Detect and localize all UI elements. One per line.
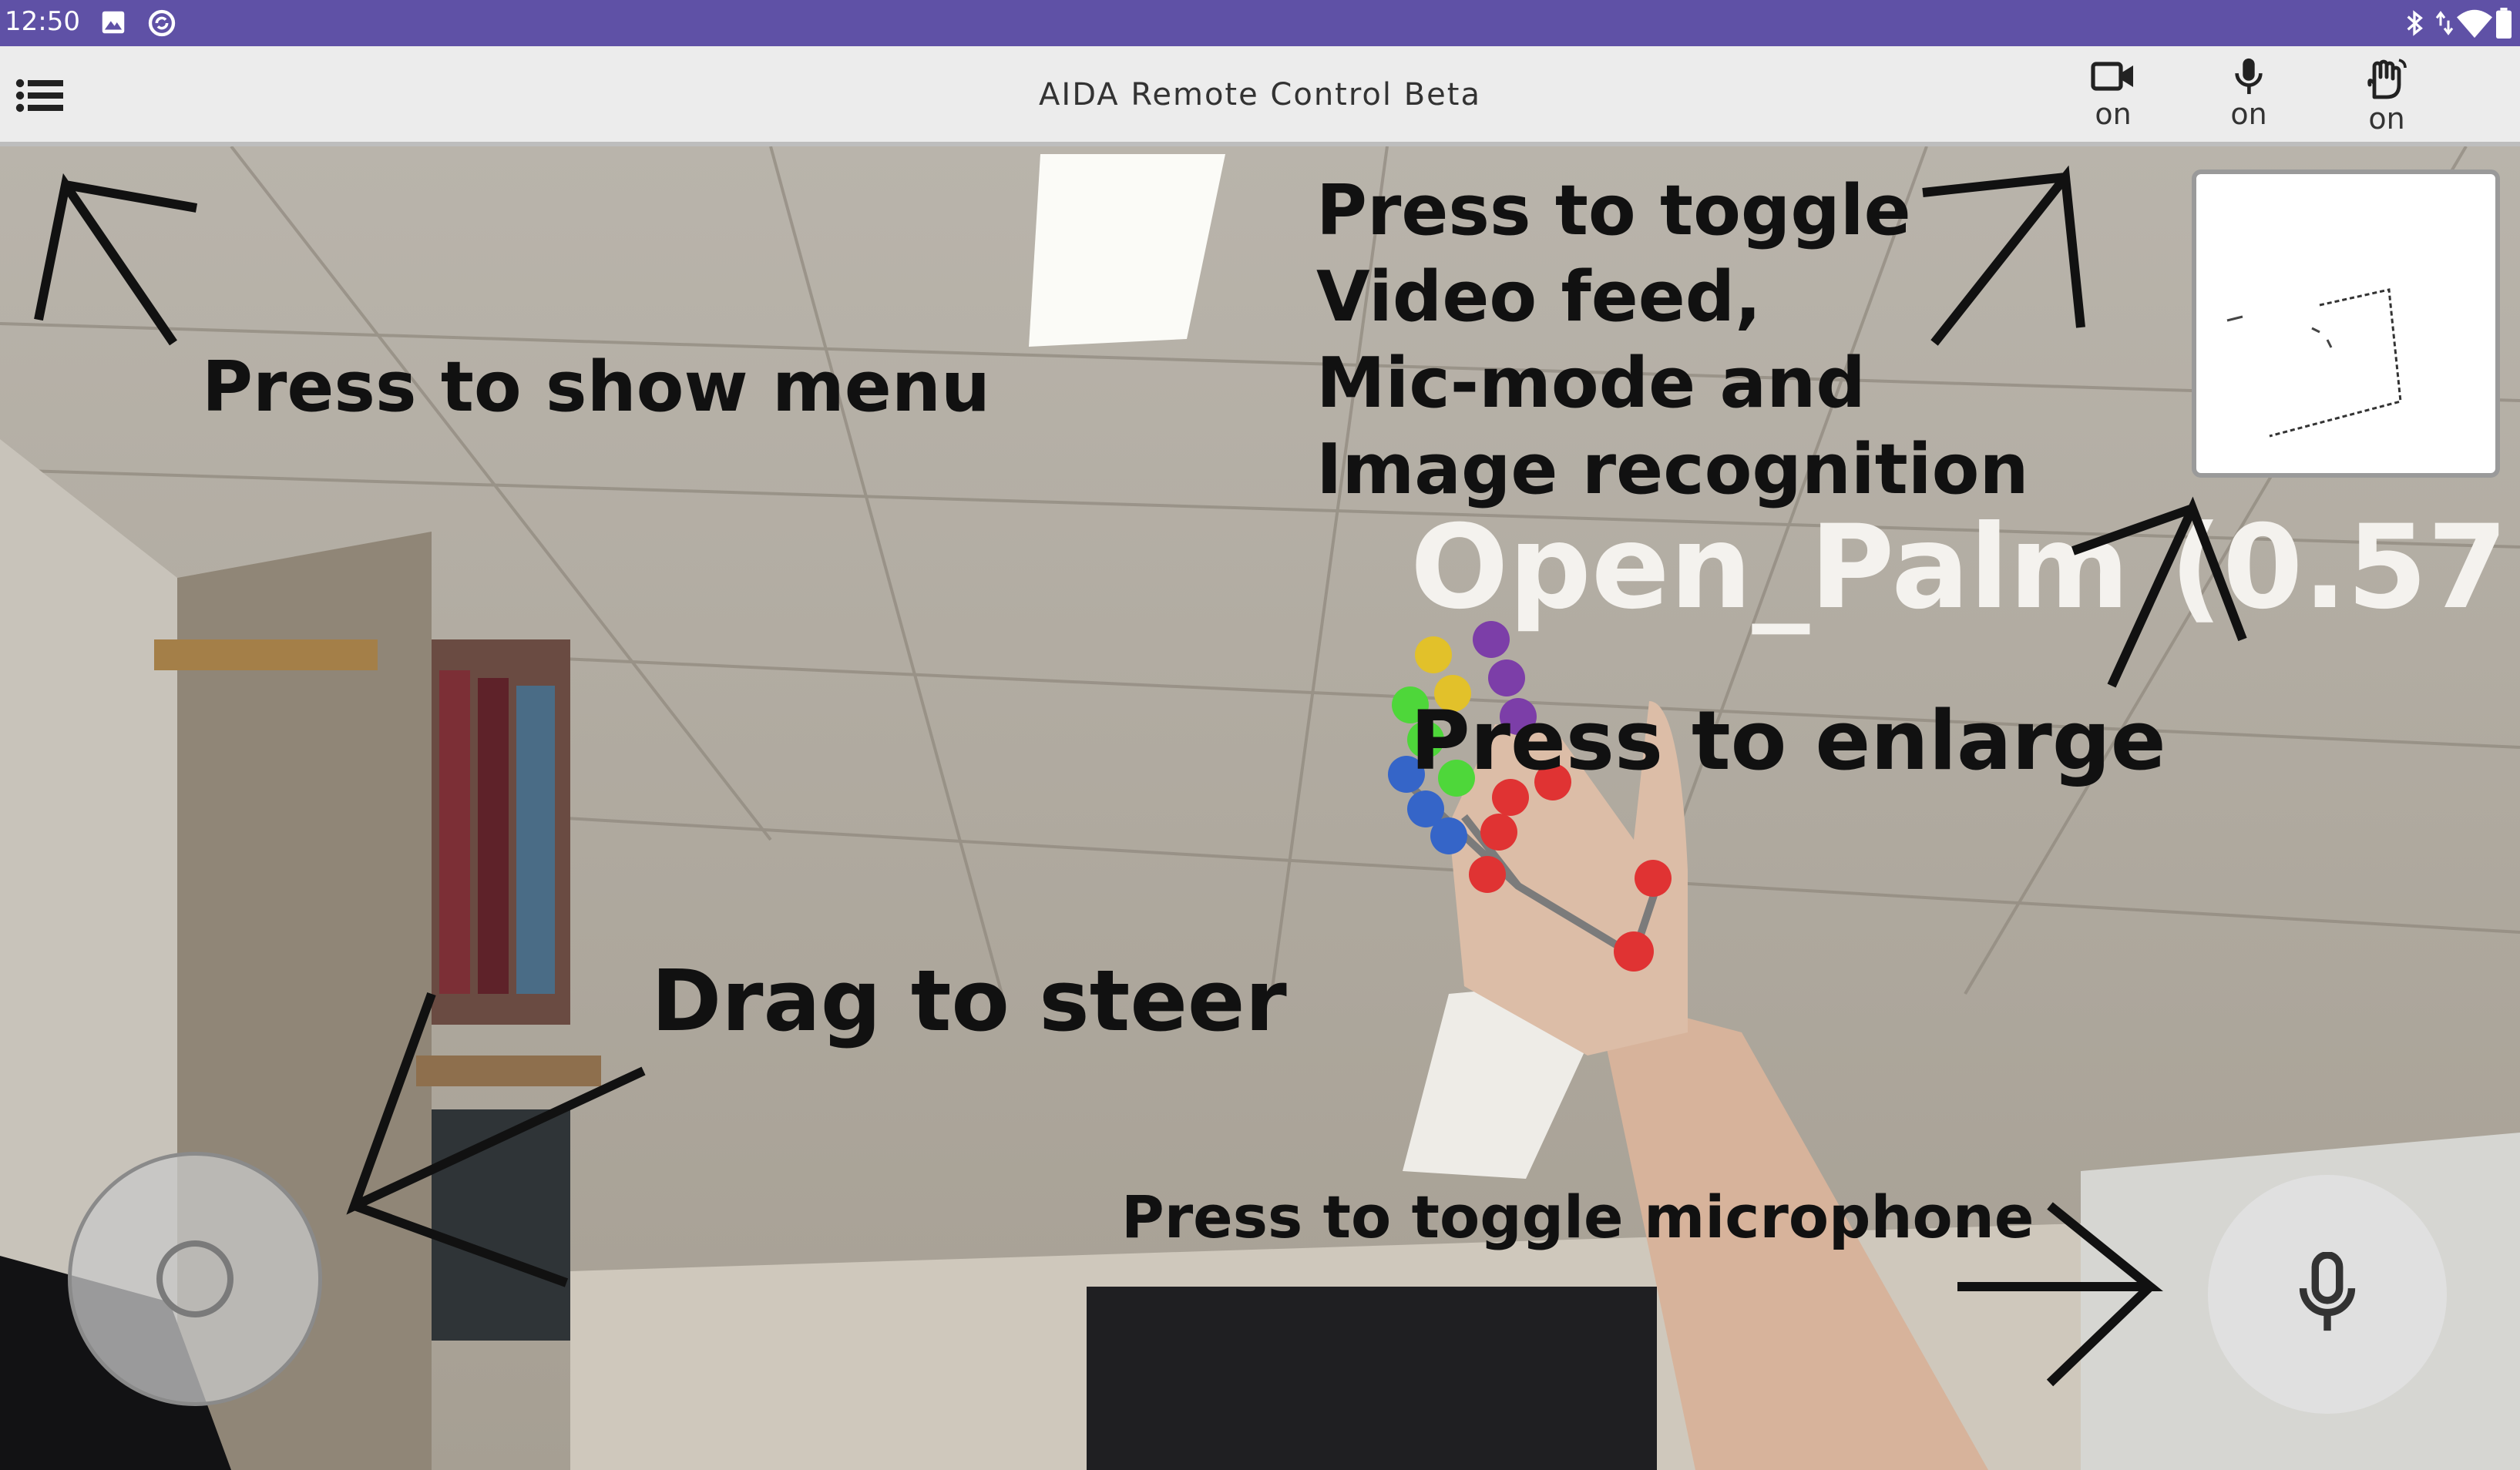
- annotation-toggle-hint: Press to toggle Video feed, Mic-mode and…: [1316, 168, 2029, 513]
- annotation-toggle-line: Video feed,: [1316, 257, 1762, 337]
- annotation-menu-hint: Press to show menu: [202, 347, 990, 428]
- gesture-recognition-label: Open_Palm (0.57: [1410, 501, 2508, 635]
- annotation-enlarge-hint: Press to enlarge: [1410, 693, 2166, 788]
- map-preview-panel[interactable]: [2192, 169, 2500, 478]
- hand-gesture-icon: [2367, 59, 2407, 99]
- gesture-recognition-toggle-label: on: [2368, 102, 2405, 136]
- camera-feed: Open_Palm (0.57 Press to show menu Press…: [0, 146, 2520, 1470]
- data-arrows-icon: [2435, 8, 2454, 42]
- annotation-toggle-line: Press to toggle: [1316, 170, 1911, 251]
- battery-icon: [2495, 8, 2512, 42]
- video-toggle-button[interactable]: on: [2067, 57, 2159, 142]
- wifi-icon: [2457, 8, 2492, 42]
- status-bar: 12:50: [0, 0, 2520, 46]
- joystick-knob[interactable]: [156, 1240, 234, 1317]
- bluetooth-icon: [2403, 8, 2426, 42]
- video-camera-icon: [2091, 62, 2133, 91]
- annotation-toggle-line: Mic-mode and: [1316, 343, 1866, 424]
- camera-scene: [0, 146, 2520, 1470]
- video-toggle-label: on: [2095, 97, 2132, 131]
- microphone-button[interactable]: [2208, 1175, 2447, 1414]
- joystick[interactable]: [68, 1152, 322, 1406]
- image-icon: [99, 8, 128, 40]
- microphone-icon: [2299, 1252, 2356, 1331]
- mic-mode-toggle-button[interactable]: on: [2202, 57, 2295, 142]
- microphone-icon: [2235, 58, 2263, 95]
- mic-mode-toggle-label: on: [2230, 97, 2267, 131]
- map-preview-image: [2226, 288, 2402, 438]
- annotation-microphone-hint: Press to toggle microphone: [1121, 1183, 2034, 1251]
- annotation-toggle-line: Image recognition: [1316, 429, 2029, 510]
- annotation-steer-hint: Drag to steer: [651, 951, 1287, 1050]
- gesture-recognition-toggle-button[interactable]: on: [2340, 57, 2433, 142]
- sync-circle-icon: [146, 8, 177, 42]
- app-bar: AIDA Remote Control Beta on on on: [0, 46, 2520, 146]
- status-time: 12:50: [5, 6, 80, 37]
